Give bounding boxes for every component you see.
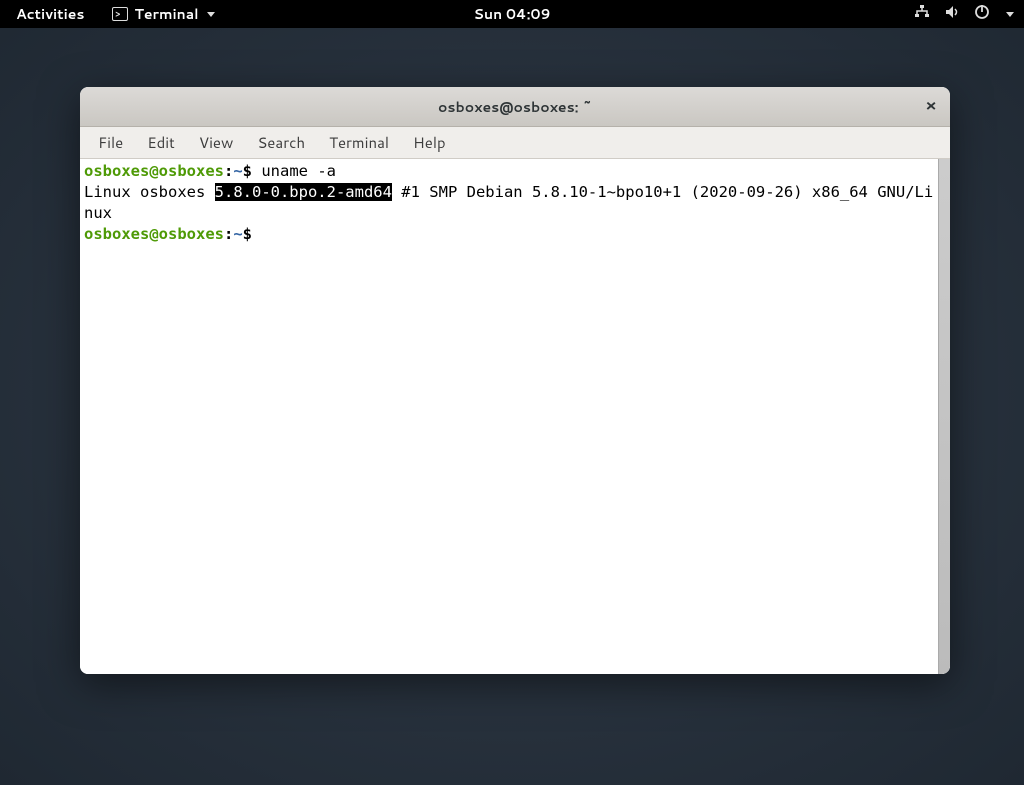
- prompt-path: ~: [233, 225, 242, 243]
- command-text: [252, 225, 261, 243]
- prompt-user: osboxes@osboxes: [84, 162, 224, 180]
- gnome-topbar: Activities Terminal Sun 04:09: [0, 0, 1024, 28]
- menubar: File Edit View Search Terminal Help: [80, 127, 950, 159]
- terminal-window: osboxes@osboxes: ~ × File Edit View Sear…: [80, 87, 950, 674]
- volume-icon: [944, 4, 960, 25]
- command-text: uname -a: [252, 162, 336, 180]
- menu-edit[interactable]: Edit: [137, 128, 185, 157]
- network-icon: [914, 4, 930, 25]
- terminal-body: osboxes@osboxes:~$ uname -a Linux osboxe…: [80, 159, 950, 674]
- chevron-down-icon: [207, 12, 215, 17]
- menu-help[interactable]: Help: [403, 128, 456, 157]
- terminal-output[interactable]: osboxes@osboxes:~$ uname -a Linux osboxe…: [80, 159, 938, 674]
- terminal-icon: [112, 7, 128, 21]
- window-title: osboxes@osboxes: ~: [438, 97, 592, 117]
- prompt-path: ~: [233, 162, 242, 180]
- highlighted-kernel: 5.8.0-0.bpo.2-amd64: [215, 183, 392, 201]
- power-icon: [974, 4, 990, 25]
- system-status-area[interactable]: [914, 4, 1014, 25]
- prompt-colon: :: [224, 162, 233, 180]
- app-menu-label: Terminal: [134, 4, 198, 24]
- scrollbar[interactable]: [938, 159, 950, 674]
- prompt-dollar: $: [243, 162, 252, 180]
- window-titlebar[interactable]: osboxes@osboxes: ~ ×: [80, 87, 950, 127]
- clock[interactable]: Sun 04:09: [474, 4, 551, 24]
- prompt-colon: :: [224, 225, 233, 243]
- menu-search[interactable]: Search: [247, 128, 315, 157]
- menu-view[interactable]: View: [189, 128, 244, 157]
- app-menu-button[interactable]: Terminal: [106, 0, 220, 28]
- output-text: Linux osboxes: [84, 183, 215, 201]
- prompt-dollar: $: [243, 225, 252, 243]
- menu-terminal[interactable]: Terminal: [319, 128, 399, 157]
- chevron-down-icon: [1006, 12, 1014, 17]
- close-button[interactable]: ×: [922, 98, 940, 116]
- menu-file[interactable]: File: [88, 128, 133, 157]
- prompt-user: osboxes@osboxes: [84, 225, 224, 243]
- topbar-left: Activities Terminal: [10, 0, 221, 28]
- activities-button[interactable]: Activities: [10, 0, 90, 28]
